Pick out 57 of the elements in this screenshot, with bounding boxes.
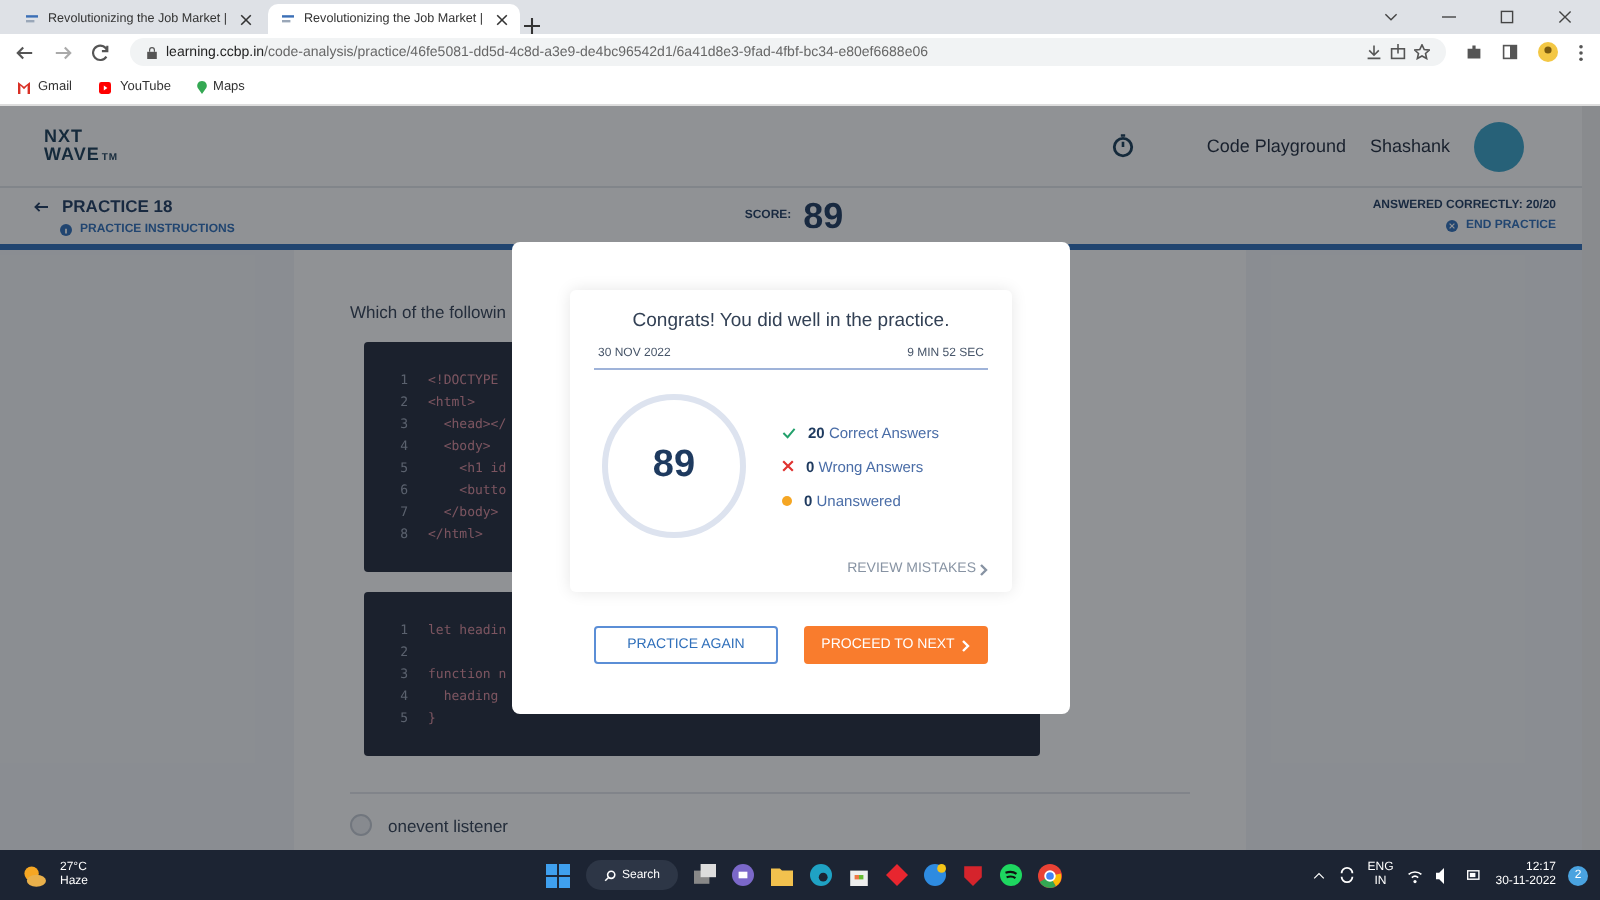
share-icon[interactable]	[1390, 44, 1406, 60]
dot-icon	[782, 495, 792, 505]
mail-icon	[16, 81, 32, 93]
reload-icon[interactable]	[92, 43, 110, 61]
check-icon	[782, 425, 796, 439]
sun-cloud-icon	[20, 863, 48, 887]
windows-icon[interactable]	[546, 863, 570, 887]
radio-button[interactable]	[350, 814, 372, 836]
browser-swirl-icon[interactable]	[810, 864, 832, 886]
question-text: Which of the followin	[350, 302, 506, 322]
back-icon[interactable]	[16, 43, 34, 61]
site-icon	[24, 13, 40, 25]
info-icon	[60, 224, 72, 236]
menu-icon[interactable]	[1578, 43, 1584, 61]
battery-icon[interactable]	[1463, 868, 1484, 882]
answer-option[interactable]: onevent listener	[350, 814, 1190, 836]
play-icon	[95, 81, 114, 93]
search-icon	[603, 869, 616, 881]
maximize-icon[interactable]	[1500, 10, 1514, 24]
wifi-icon[interactable]	[1405, 867, 1424, 883]
back-arrow-icon[interactable]	[32, 199, 50, 213]
puzzle-icon[interactable]	[1466, 44, 1482, 60]
chevron-up-icon[interactable]	[1311, 869, 1326, 881]
download-icon[interactable]	[1366, 44, 1382, 60]
cross-icon	[782, 460, 794, 472]
lock-icon	[146, 45, 158, 59]
score-value: 89	[803, 195, 844, 237]
user-name: Shashank	[1369, 136, 1450, 156]
scrollbar[interactable]	[1582, 106, 1600, 850]
shield-icon[interactable]	[962, 864, 984, 886]
close-icon	[496, 13, 508, 25]
plus-icon[interactable]	[524, 18, 540, 34]
pin-icon	[195, 79, 208, 95]
dialog-heading: Congrats! You did well in the practice.	[630, 310, 952, 332]
chat-icon[interactable]	[732, 864, 754, 886]
folder-icon[interactable]	[770, 864, 794, 886]
practice-title: PRACTICE 18	[62, 196, 173, 216]
profile-icon[interactable]	[1538, 42, 1558, 62]
chrome-icon[interactable]	[1038, 863, 1062, 887]
stopwatch-icon[interactable]	[1112, 134, 1135, 158]
score-ring: 89	[602, 394, 746, 538]
sync-icon[interactable]	[1337, 866, 1356, 884]
code-playground-link[interactable]: Code Playground	[1206, 136, 1346, 156]
app-icon[interactable]	[924, 864, 946, 886]
diamond-icon[interactable]	[886, 864, 908, 886]
chevron-icon[interactable]	[1384, 10, 1398, 24]
chevron-right-icon	[962, 639, 971, 651]
sidebar-icon[interactable]	[1502, 44, 1518, 60]
star-icon[interactable]	[1414, 44, 1430, 60]
music-app-icon[interactable]	[1000, 864, 1022, 886]
windows-stack-icon[interactable]	[694, 864, 716, 886]
close-icon	[240, 13, 252, 25]
chevron-right-icon	[980, 563, 988, 575]
site-icon	[280, 13, 296, 25]
close-circle-icon	[1445, 220, 1458, 232]
minimize-icon[interactable]	[1442, 10, 1456, 24]
close-icon[interactable]	[1558, 10, 1572, 24]
